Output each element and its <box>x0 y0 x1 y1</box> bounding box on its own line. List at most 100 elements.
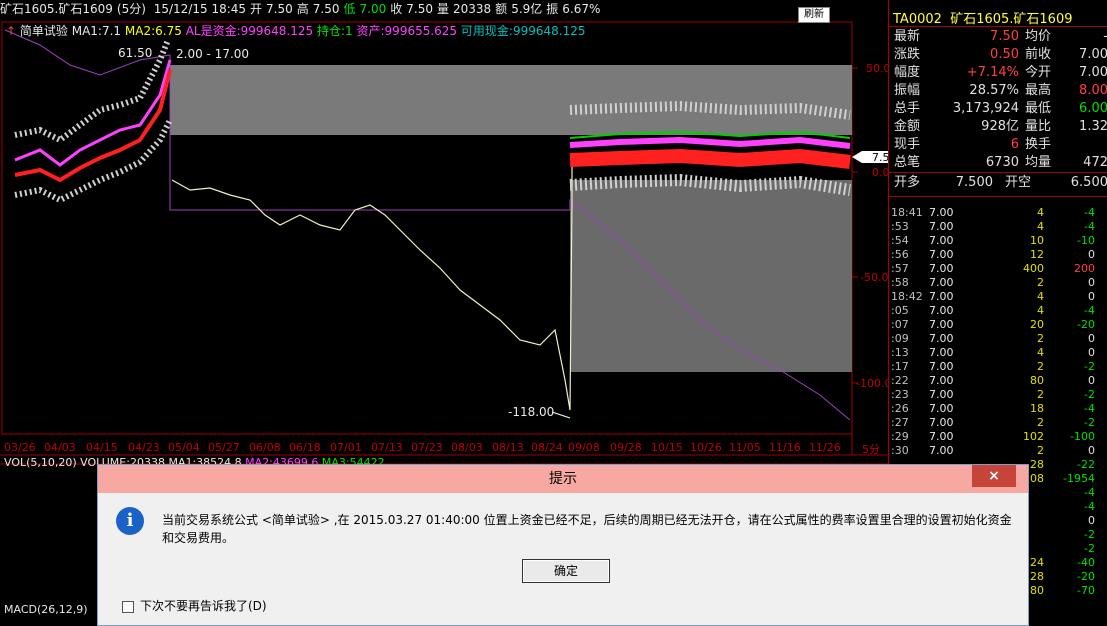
quote-label: 振幅 <box>894 83 921 98</box>
tick-volume: 12 <box>1030 248 1044 261</box>
tick-change: 0 <box>1088 248 1095 261</box>
tick-change: -4 <box>1084 500 1095 513</box>
tick-price: 7.00 <box>929 346 954 359</box>
quote-name: 矿石1605.矿石1609 <box>950 12 1073 27</box>
tick-time: :29 <box>891 430 909 443</box>
tick-volume: 400 <box>1023 262 1044 275</box>
ok-button[interactable]: 确定 <box>522 559 610 583</box>
quote-value: 1.32 <box>1079 119 1107 134</box>
tick-price: 7.00 <box>929 374 954 387</box>
tick-change: 0 <box>1088 346 1095 359</box>
tick-volume: 80 <box>1030 374 1044 387</box>
tick-price: 7.00 <box>929 206 954 219</box>
tick-change: -4 <box>1084 304 1095 317</box>
alert-dialog: 提示 × i 当前交易系统公式 <简单试验> ,在 2015.03.27 01:… <box>97 464 1029 626</box>
checkbox-icon[interactable] <box>122 600 134 613</box>
tick-volume: 2 <box>1037 276 1044 289</box>
dont-tell-checkbox[interactable]: 下次不要再告诉我了(D) <box>122 597 267 614</box>
up-arrow-icon: ↑ <box>6 24 17 38</box>
quote-row: 总笔 6730 均量 472 <box>889 154 1107 172</box>
tick-row: :56 7.00 12 0 <box>889 248 1107 262</box>
tick-row: :07 7.00 20 -20 <box>889 318 1107 332</box>
quote-value: 928亿 <box>981 119 1019 134</box>
y-tick: -100.0 <box>856 377 892 390</box>
quote-label: 换手 <box>1025 137 1052 152</box>
tick-row: 18:42 7.00 4 0 <box>889 290 1107 304</box>
tick-time: :09 <box>891 332 909 345</box>
tick-change: 0 <box>1088 276 1095 289</box>
tick-change: -4 <box>1084 402 1095 415</box>
close-button[interactable]: × <box>972 465 1016 487</box>
quote-label: 总笔 <box>894 155 921 170</box>
period-tag[interactable]: 5分 <box>862 441 880 457</box>
tick-change: -2 <box>1084 388 1095 401</box>
tick-time: :07 <box>891 318 909 331</box>
y-tick: 0.0 <box>872 166 890 179</box>
tick-volume: 4 <box>1037 206 1044 219</box>
tick-row: :26 7.00 18 -4 <box>889 402 1107 416</box>
open-short-label: 开空 <box>1005 175 1032 190</box>
quote-label: 现手 <box>894 137 921 152</box>
info-icon: i <box>116 507 144 535</box>
x-date: 06/18 <box>289 441 321 454</box>
quote-title: TA0002 矿石1605.矿石1609 <box>893 8 1073 27</box>
tick-row: :53 7.00 4 -4 <box>889 220 1107 234</box>
tick-price: 7.00 <box>929 276 954 289</box>
tick-row: :09 7.00 2 0 <box>889 332 1107 346</box>
x-date: 04/23 <box>128 441 160 454</box>
amount-value: 5.9亿 <box>511 2 543 16</box>
tick-volume: 10 <box>1030 234 1044 247</box>
quote-value: +7.14% <box>966 65 1019 80</box>
tick-time: :30 <box>891 444 909 457</box>
tick-change: -20 <box>1077 570 1095 583</box>
tick-row: :30 7.00 2 0 <box>889 444 1107 458</box>
quote-value: 6730 <box>985 155 1019 170</box>
symbol-title: 矿石1605.矿石1609 <box>0 2 113 16</box>
low-label: 低 <box>343 2 356 16</box>
dialog-message: 当前交易系统公式 <简单试验> ,在 2015.03.27 01:40:00 位… <box>162 513 1012 545</box>
x-date: 07/13 <box>371 441 403 454</box>
y-tick: -50.0 <box>860 271 889 284</box>
tick-price: 7.00 <box>929 248 954 261</box>
x-date: 11/26 <box>809 441 841 454</box>
quote-label: 涨跌 <box>894 47 921 62</box>
cash-value: 可用现金:999648.125 <box>460 24 586 38</box>
quote-label: 最高 <box>1025 83 1052 98</box>
indicator-line: ↑ 简单试验 MA1:7.1 MA2:6.75 AL是资金:999648.125… <box>6 22 585 39</box>
tick-volume: 102 <box>1023 430 1044 443</box>
tick-price: 7.00 <box>929 262 954 275</box>
quote-row: 振幅 28.57% 最高 8.00 <box>889 82 1107 100</box>
tick-price: 7.00 <box>929 220 954 233</box>
tick-row: :05 7.00 4 -4 <box>889 304 1107 318</box>
x-date: 05/27 <box>208 441 240 454</box>
tick-time: :17 <box>891 360 909 373</box>
datetime: 15/12/15 18:45 <box>153 2 247 16</box>
tick-change: 0 <box>1088 290 1095 303</box>
dialog-body: i 当前交易系统公式 <简单试验> ,在 2015.03.27 01:40:00… <box>98 493 1028 625</box>
refresh-button[interactable]: 刷新 <box>798 7 830 23</box>
y-tick: 50.0 <box>866 62 891 75</box>
peak-price-label: 61.50 <box>118 46 153 60</box>
quote-label: 最新 <box>894 29 921 44</box>
ma2-value: MA2:6.75 <box>124 24 182 38</box>
x-date: 09/28 <box>610 441 642 454</box>
tick-time: :13 <box>891 346 909 359</box>
quote-value: 6 <box>1010 137 1019 152</box>
amount-label: 额 <box>495 2 508 16</box>
amp-label: 振 <box>546 2 559 16</box>
quote-value: - <box>1057 28 1107 46</box>
quote-label: 今开 <box>1025 65 1052 80</box>
vol-label: 量 <box>436 2 449 16</box>
x-date: 08/03 <box>451 441 483 454</box>
range-label: 2.00 - 17.00 <box>176 47 250 61</box>
close-value: 7.50 <box>406 2 433 16</box>
tick-change: 0 <box>1088 332 1095 345</box>
tick-row: :27 7.00 2 -2 <box>889 416 1107 430</box>
tick-price: 7.00 <box>929 416 954 429</box>
tick-volume: 2 <box>1037 416 1044 429</box>
tick-price: 7.00 <box>929 360 954 373</box>
quote-value: 7.00 <box>1079 65 1107 80</box>
tick-price: 7.00 <box>929 234 954 247</box>
last-price-value: 7.5 <box>872 151 890 164</box>
tick-change: 0 <box>1088 514 1095 527</box>
